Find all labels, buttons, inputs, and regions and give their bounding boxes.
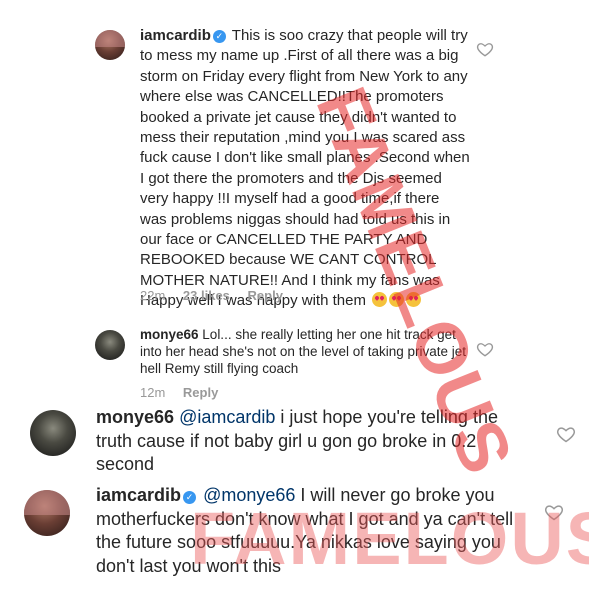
mention-link[interactable]: @monye66: [203, 485, 295, 505]
heart-outline-icon[interactable]: [476, 40, 494, 58]
reply-button[interactable]: Reply: [248, 288, 283, 303]
comment-text: This is soo crazy that people will try t…: [140, 27, 470, 310]
reply-button[interactable]: Reply: [183, 385, 218, 400]
comment-meta: 12m Reply: [140, 385, 232, 400]
comment-monye-1: monye66 Lol... she really letting her on…: [0, 318, 589, 402]
heart-eyes-emoji: [406, 292, 422, 308]
verified-badge-icon: ✓: [212, 30, 226, 43]
comment-body: monye66 Lol... she really letting her on…: [140, 326, 470, 378]
comment-body: monye66 @iamcardib i just hope you're te…: [96, 406, 536, 477]
avatar[interactable]: [95, 330, 125, 360]
avatar[interactable]: [95, 30, 125, 60]
verified-badge-icon: ✓: [183, 491, 197, 504]
avatar[interactable]: [30, 410, 76, 456]
heart-eyes-emoji: [372, 292, 388, 308]
heart-outline-icon[interactable]: [544, 502, 564, 522]
comment-monye-2: monye66 @iamcardib i just hope you're te…: [0, 404, 589, 480]
username[interactable]: monye66: [140, 327, 199, 342]
username[interactable]: monye66: [96, 407, 174, 427]
heart-eyes-emoji: [389, 292, 405, 308]
comment-cardib-2: iamcardib ✓ @monye66 I will never go brok…: [0, 482, 589, 597]
comment-body: iamcardib ✓ This is soo crazy that people…: [140, 26, 470, 312]
comment-meta: 22m 23 likes Reply: [140, 288, 297, 303]
username[interactable]: iamcardib: [140, 27, 211, 44]
likes-count[interactable]: 23 likes: [183, 288, 230, 303]
heart-outline-icon[interactable]: [556, 424, 576, 444]
mention-link[interactable]: @iamcardib: [179, 407, 275, 427]
heart-outline-icon[interactable]: [476, 340, 494, 358]
comment-cardib-1: iamcardib ✓ This is soo crazy that people…: [0, 0, 589, 310]
timestamp: 22m: [140, 288, 166, 303]
avatar[interactable]: [24, 490, 70, 536]
username[interactable]: iamcardib: [96, 485, 181, 505]
comment-body: iamcardib ✓ @monye66 I will never go brok…: [96, 484, 536, 578]
timestamp: 12m: [140, 385, 166, 400]
